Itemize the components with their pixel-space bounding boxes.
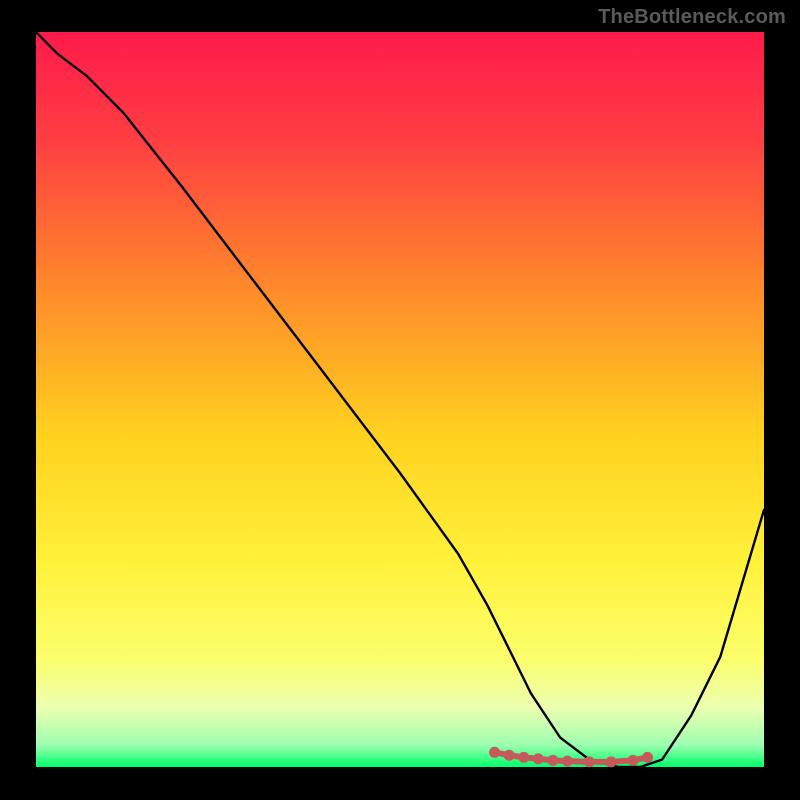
chart-stage: TheBottleneck.com xyxy=(0,0,800,800)
bottleneck-plot xyxy=(0,0,800,800)
